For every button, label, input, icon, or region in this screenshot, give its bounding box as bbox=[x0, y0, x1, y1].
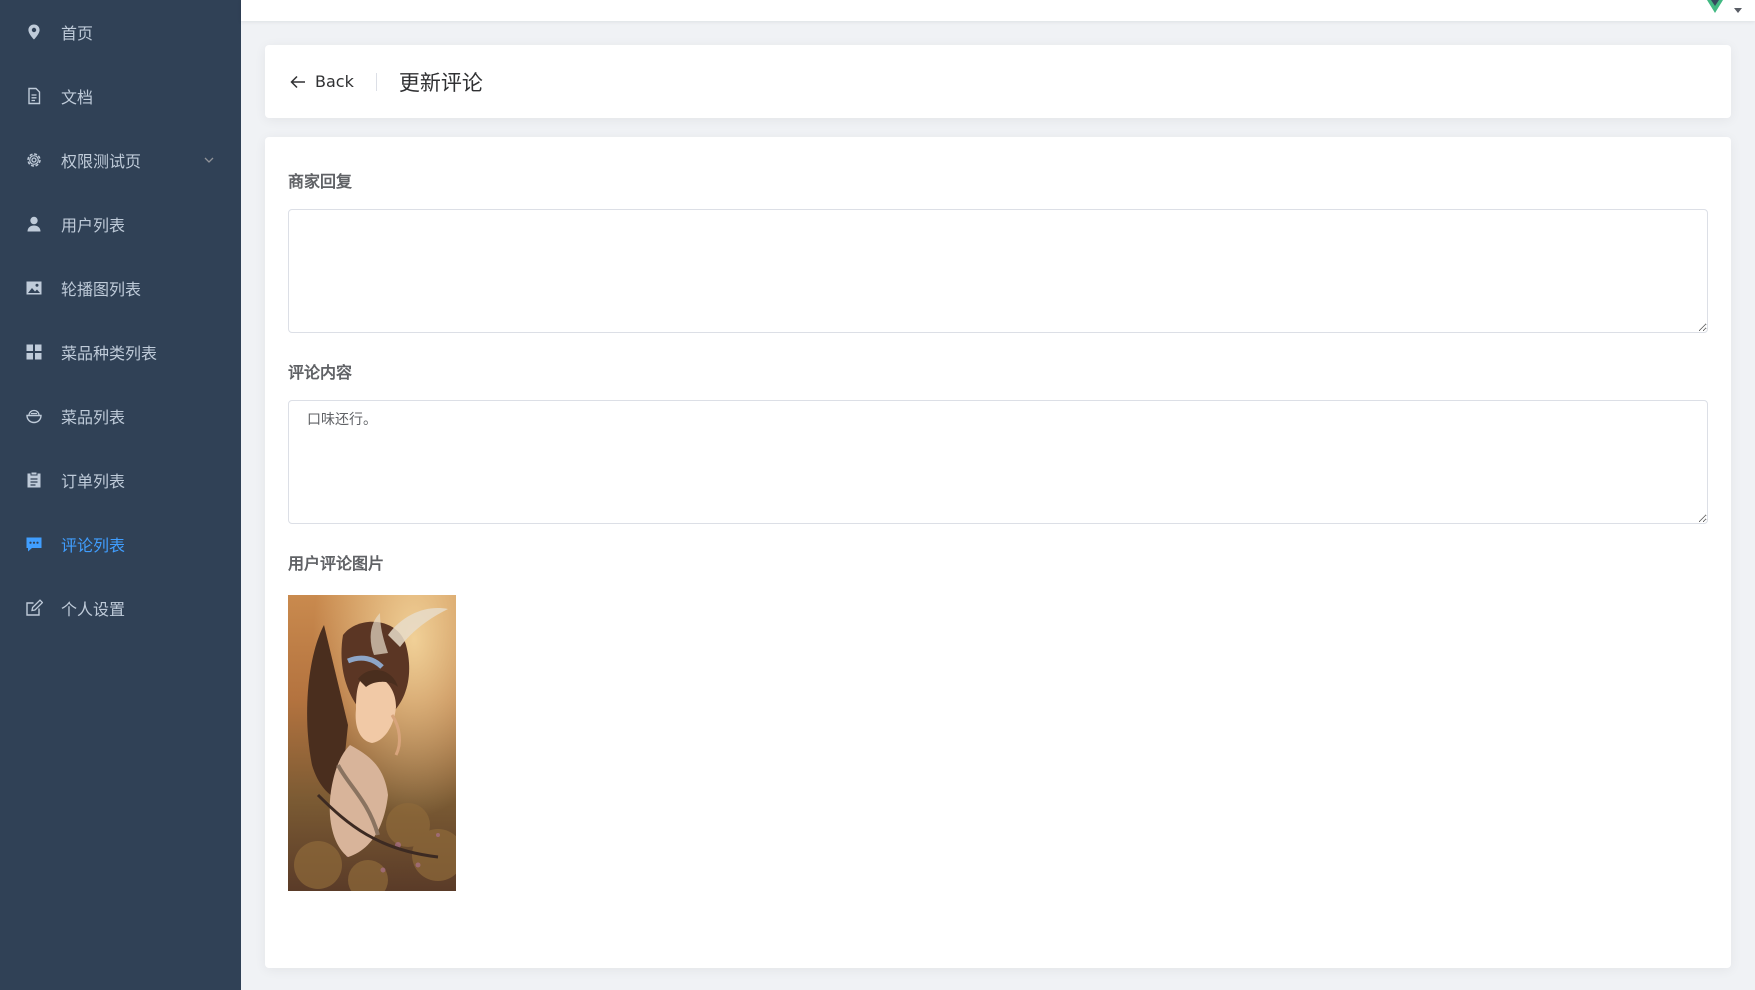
bowl-icon bbox=[25, 407, 43, 425]
reply-textarea[interactable] bbox=[288, 209, 1708, 333]
chat-icon bbox=[25, 535, 43, 553]
content-textarea[interactable]: 口味还行。 bbox=[288, 400, 1708, 524]
sidebar-item-comments[interactable]: 评论列表 bbox=[0, 512, 241, 576]
sidebar-item-label: 首页 bbox=[61, 24, 94, 43]
sidebar-item-users[interactable]: 用户列表 bbox=[0, 192, 241, 256]
sidebar-item-label: 菜品种类列表 bbox=[61, 344, 158, 363]
caret-down-icon[interactable] bbox=[1733, 7, 1743, 14]
document-icon bbox=[25, 87, 43, 105]
grid-icon bbox=[25, 343, 43, 361]
picture-icon bbox=[25, 279, 43, 297]
sidebar-item-label: 订单列表 bbox=[61, 472, 126, 491]
sidebar-item-settings[interactable]: 个人设置 bbox=[0, 576, 241, 640]
sidebar-item-label: 轮播图列表 bbox=[61, 280, 142, 299]
clipboard-icon bbox=[25, 471, 43, 489]
sidebar-item-orders[interactable]: 订单列表 bbox=[0, 448, 241, 512]
comment-image bbox=[288, 595, 456, 891]
sidebar-item-categories[interactable]: 菜品种类列表 bbox=[0, 320, 241, 384]
gear-icon bbox=[25, 151, 43, 169]
page-header: Back 更新评论 bbox=[265, 45, 1731, 118]
sidebar-item-carousel[interactable]: 轮播图列表 bbox=[0, 256, 241, 320]
sidebar-item-dishes[interactable]: 菜品列表 bbox=[0, 384, 241, 448]
back-button[interactable]: Back bbox=[289, 72, 354, 91]
sidebar-item-docs[interactable]: 文档 bbox=[0, 64, 241, 128]
sidebar-item-label: 用户列表 bbox=[61, 216, 126, 235]
user-icon bbox=[25, 215, 43, 233]
sidebar-item-label: 评论列表 bbox=[61, 536, 126, 555]
page-title: 更新评论 bbox=[398, 70, 483, 95]
reply-label: 商家回复 bbox=[288, 172, 353, 191]
arrow-left-icon bbox=[289, 73, 307, 91]
sidebar-item-permission[interactable]: 权限测试页 bbox=[0, 128, 241, 192]
edit-icon bbox=[25, 599, 43, 617]
comment-image-thumbnail[interactable] bbox=[288, 595, 456, 891]
sidebar-item-label: 权限测试页 bbox=[61, 152, 142, 171]
comment-form: 商家回复 评论内容 口味还行。 用户评论图片 bbox=[265, 137, 1731, 968]
sidebar-item-label: 文档 bbox=[61, 88, 94, 107]
vue-logo-icon[interactable] bbox=[1705, 0, 1725, 14]
top-navbar bbox=[241, 0, 1755, 21]
back-label: Back bbox=[315, 72, 354, 91]
sidebar: 首页 文档 权限测试页 用户列表 轮播图列表 菜品种类列表 菜品列表 订单列表 … bbox=[0, 0, 241, 990]
sidebar-item-label: 菜品列表 bbox=[61, 408, 126, 427]
chevron-down-icon[interactable] bbox=[203, 154, 215, 166]
sidebar-item-home[interactable]: 首页 bbox=[0, 0, 241, 64]
content-label: 评论内容 bbox=[288, 363, 353, 382]
header-divider bbox=[375, 72, 377, 91]
sidebar-item-label: 个人设置 bbox=[61, 600, 126, 619]
location-icon bbox=[25, 23, 43, 41]
images-label: 用户评论图片 bbox=[288, 554, 385, 573]
